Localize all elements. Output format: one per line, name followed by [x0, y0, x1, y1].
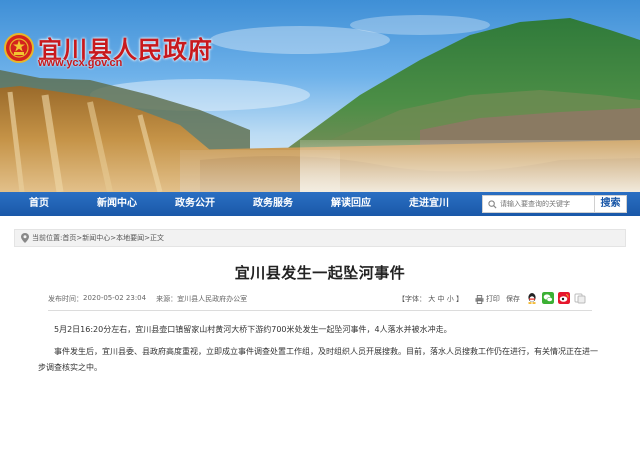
location-pin-icon	[21, 233, 29, 243]
nav-item-home[interactable]: 首页	[0, 192, 78, 216]
article-title: 宜川县发生一起坠河事件	[234, 264, 406, 282]
meta-divider	[48, 310, 592, 311]
breadcrumb-current: 正文	[149, 234, 164, 242]
source-value: 宜川县人民政府办公室	[177, 295, 248, 303]
wechat-icon[interactable]	[542, 292, 554, 304]
breadcrumb-local-news[interactable]: 本地要闻	[116, 233, 144, 243]
breadcrumb-prefix: 当前位置:	[32, 234, 63, 242]
site-url: www.ycx.gov.cn	[38, 57, 123, 69]
nav-item-government-affairs[interactable]: 政务公开	[156, 192, 234, 216]
search-field	[482, 195, 595, 213]
main-nav: 首页 新闻中心 政务公开 政务服务 解读回应 走进宜川 搜索	[0, 192, 640, 216]
font-size-medium[interactable]: 中	[437, 295, 444, 303]
printer-icon	[475, 294, 484, 304]
search-input[interactable]	[500, 200, 595, 208]
article-tools: 【字体： 大 中 小 】 打印 保存	[398, 294, 526, 304]
font-size-close: 】	[455, 295, 463, 303]
header-banner: 宜川县人民政府 www.ycx.gov.cn	[0, 0, 640, 192]
save-button[interactable]: 保存	[506, 294, 520, 304]
national-emblem-icon	[4, 32, 34, 63]
font-size-small[interactable]: 小	[447, 295, 454, 303]
article-paragraph: 事件发生后，宜川县委、县政府高度重视，立即成立事件调查处置工作组，及时组织人员开…	[38, 347, 598, 372]
published-label: 发布时间：	[48, 295, 83, 303]
search-bar: 搜索	[482, 195, 627, 213]
article-meta: 发布时间： 2020-05-02 23:04 来源： 宜川县人民政府办公室	[48, 294, 247, 304]
more-share-icon[interactable]	[574, 292, 586, 304]
save-label: 保存	[505, 295, 520, 303]
print-label: 打印	[485, 295, 500, 303]
source-label: 来源：	[156, 295, 178, 303]
breadcrumb-news-center[interactable]: 新闻中心	[82, 233, 110, 243]
breadcrumb: 当前位置: 首页 > 新闻中心 > 本地要闻 > 正文	[14, 229, 626, 247]
published-date: 2020-05-02 23:04	[83, 294, 147, 302]
nav-item-interpretation[interactable]: 解读回应	[312, 192, 390, 216]
font-size-label: 【字体：	[398, 295, 426, 303]
banner-landscape-image	[0, 15, 640, 192]
font-size-large[interactable]: 大	[428, 295, 435, 303]
breadcrumb-home[interactable]: 首页	[62, 233, 76, 243]
print-button[interactable]: 打印	[475, 294, 500, 304]
article-paragraph: 5月2日16:20分左右，宜川县壶口镇留家山村黄河大桥下游约700米处发生一起坠…	[54, 325, 452, 334]
nav-item-government-services[interactable]: 政务服务	[234, 192, 312, 216]
search-icon	[488, 199, 497, 209]
search-button[interactable]: 搜索	[595, 195, 627, 213]
nav-item-about-yichuan[interactable]: 走进宜川	[390, 192, 468, 216]
qq-icon[interactable]	[526, 292, 538, 304]
nav-item-news-center[interactable]: 新闻中心	[78, 192, 156, 216]
share-bar	[526, 292, 590, 304]
font-size-control: 【字体： 大 中 小 】	[398, 294, 463, 304]
weibo-icon[interactable]	[558, 292, 570, 304]
